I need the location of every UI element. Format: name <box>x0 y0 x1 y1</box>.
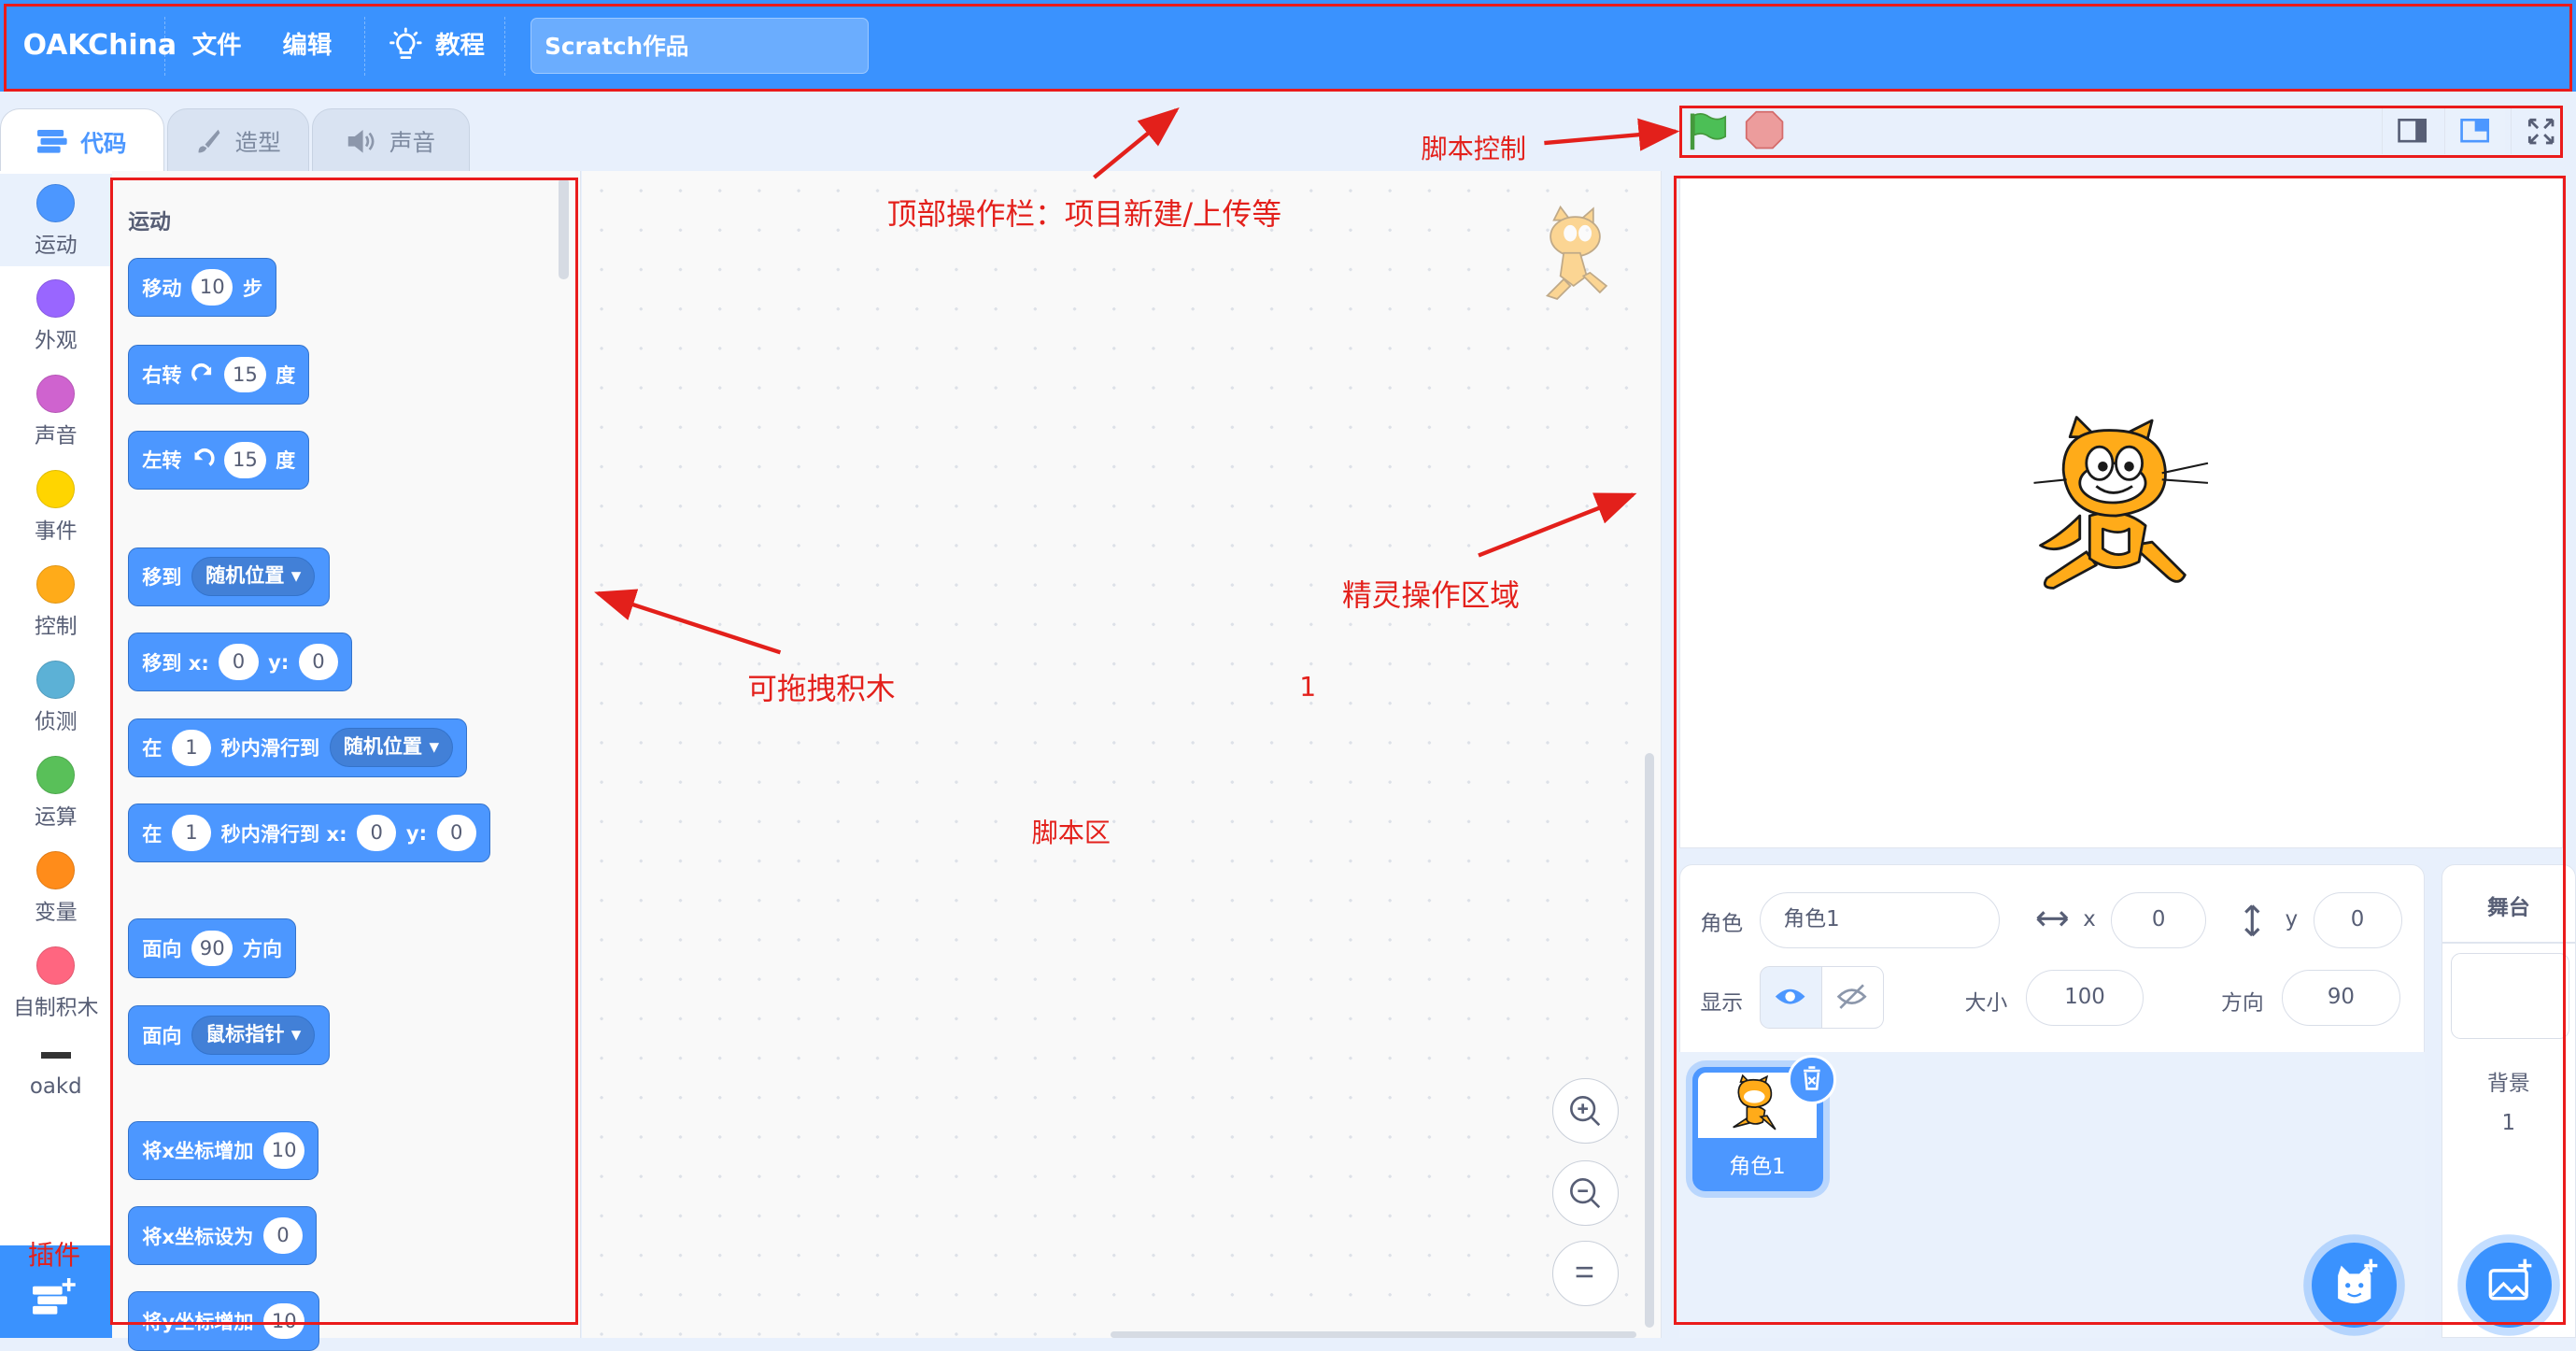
annotation-arrow <box>1093 107 1180 179</box>
annotation-arrow <box>1544 118 1680 151</box>
annotation-script-control: 脚本控制 <box>1421 134 1526 165</box>
annotation-blocks: 可拖拽积木 <box>747 673 896 707</box>
annotation-marker: 1 <box>1299 672 1317 704</box>
annotation-sprite-area: 精灵操作区域 <box>1342 579 1520 614</box>
annotation-arrows <box>594 107 1680 655</box>
annotation-arrow <box>1478 492 1637 558</box>
annotation-script-area: 脚本区 <box>1031 817 1111 848</box>
annotation-top-bar: 顶部操作栏：项目新建/上传等 <box>886 198 1281 233</box>
annotation-plugin: 插件 <box>27 1239 81 1271</box>
annotation-arrow <box>594 589 782 655</box>
